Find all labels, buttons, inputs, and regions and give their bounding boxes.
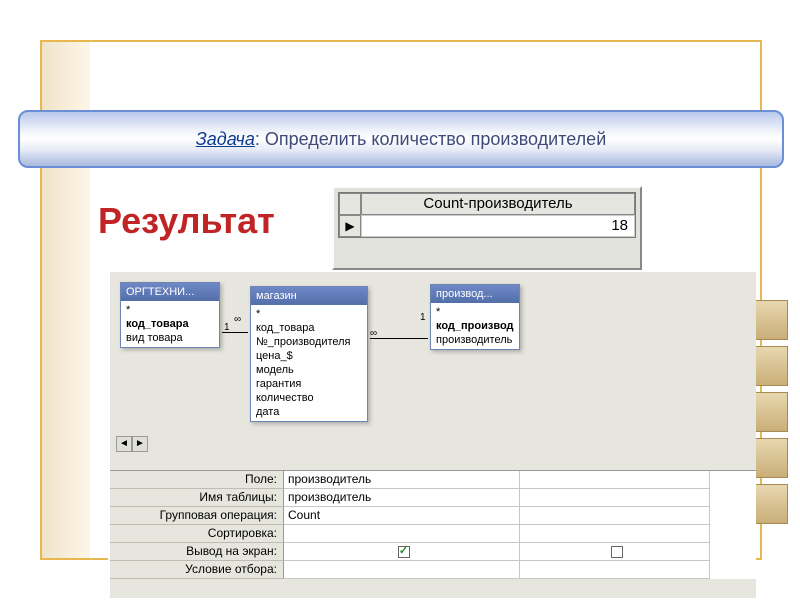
scroll-right-button[interactable]: ►	[132, 436, 148, 452]
grid-sort-cell-1[interactable]	[284, 525, 520, 543]
field-data[interactable]: дата	[251, 405, 367, 419]
show-checkbox-2[interactable]	[611, 546, 623, 558]
field-kod-proizvod[interactable]: код_производ	[431, 319, 519, 333]
count-value-cell[interactable]: 18	[361, 215, 635, 237]
grid-field-cell-1[interactable]: производитель	[284, 471, 520, 489]
field-star[interactable]: *	[431, 305, 519, 319]
table-title[interactable]: производ...	[431, 285, 519, 303]
scroll-left-button[interactable]: ◄	[116, 436, 132, 452]
horizontal-scroll[interactable]: ◄ ►	[116, 436, 152, 452]
field-n-proizvoditelya[interactable]: №_производителя	[251, 335, 367, 349]
task-label: Задача	[196, 129, 255, 150]
grid-show-cell-2[interactable]	[520, 543, 710, 561]
result-heading: Результат	[98, 200, 275, 242]
field-vid-tovara[interactable]: вид товара	[121, 331, 219, 345]
grid-groupop-cell-1[interactable]: Count	[284, 507, 520, 525]
field-kod-tovara[interactable]: код_товара	[121, 317, 219, 331]
row-selector-header[interactable]	[339, 193, 361, 215]
table-magazin[interactable]: магазин * код_товара №_производителя цен…	[250, 286, 368, 422]
grid-label-table: Имя таблицы:	[110, 489, 284, 507]
current-row-indicator[interactable]: ▶	[339, 215, 361, 237]
field-star[interactable]: *	[121, 303, 219, 317]
table-title[interactable]: магазин	[251, 287, 367, 305]
field-kod-tovara[interactable]: код_товара	[251, 321, 367, 335]
grid-label-field: Поле:	[110, 471, 284, 489]
grid-label-sort: Сортировка:	[110, 525, 284, 543]
field-model[interactable]: модель	[251, 363, 367, 377]
query-design-area: ОРГТЕХНИ... * код_товара вид товара 1 ∞ …	[108, 270, 756, 598]
grid-label-groupop: Групповая операция:	[110, 507, 284, 525]
table-fields: * код_товара №_производителя цена_$ моде…	[251, 305, 367, 421]
count-result-window: Count-производитель ▶ 18	[332, 186, 642, 270]
count-column-header[interactable]: Count-производитель	[361, 193, 635, 215]
grid-sort-cell-2[interactable]	[520, 525, 710, 543]
table-fields: * код_производ производитель	[431, 303, 519, 349]
grid-criteria-cell-1[interactable]	[284, 561, 520, 579]
qbe-grid: Поле: производитель Имя таблицы: произво…	[110, 470, 756, 579]
grid-field-cell-2[interactable]	[520, 471, 710, 489]
relation-many-label: ∞	[234, 314, 241, 325]
grid-table-cell-2[interactable]	[520, 489, 710, 507]
grid-label-criteria: Условие отбора:	[110, 561, 284, 579]
show-checkbox-1[interactable]: ✓	[398, 546, 410, 558]
task-banner: Задача : Определить количество производи…	[18, 110, 784, 168]
count-grid: Count-производитель ▶ 18	[338, 192, 636, 238]
table-title[interactable]: ОРГТЕХНИ...	[121, 283, 219, 301]
field-cena[interactable]: цена_$	[251, 349, 367, 363]
table-fields: * код_товара вид товара	[121, 301, 219, 347]
grid-table-cell-1[interactable]: производитель	[284, 489, 520, 507]
tables-pane[interactable]: ОРГТЕХНИ... * код_товара вид товара 1 ∞ …	[110, 272, 756, 452]
field-proizvoditel[interactable]: производитель	[431, 333, 519, 347]
field-garantiya[interactable]: гарантия	[251, 377, 367, 391]
grid-criteria-cell-2[interactable]	[520, 561, 710, 579]
grid-show-cell-1[interactable]: ✓	[284, 543, 520, 561]
table-proizvod[interactable]: производ... * код_производ производитель	[430, 284, 520, 350]
field-star[interactable]: *	[251, 307, 367, 321]
relation-line	[370, 338, 428, 339]
task-text: : Определить количество производителей	[255, 129, 606, 150]
relation-line	[222, 332, 248, 333]
grid-groupop-cell-2[interactable]	[520, 507, 710, 525]
grid-label-show: Вывод на экран:	[110, 543, 284, 561]
relation-one-label: 1	[420, 312, 426, 323]
field-kolichestvo[interactable]: количество	[251, 391, 367, 405]
table-orgtechni[interactable]: ОРГТЕХНИ... * код_товара вид товара	[120, 282, 220, 348]
